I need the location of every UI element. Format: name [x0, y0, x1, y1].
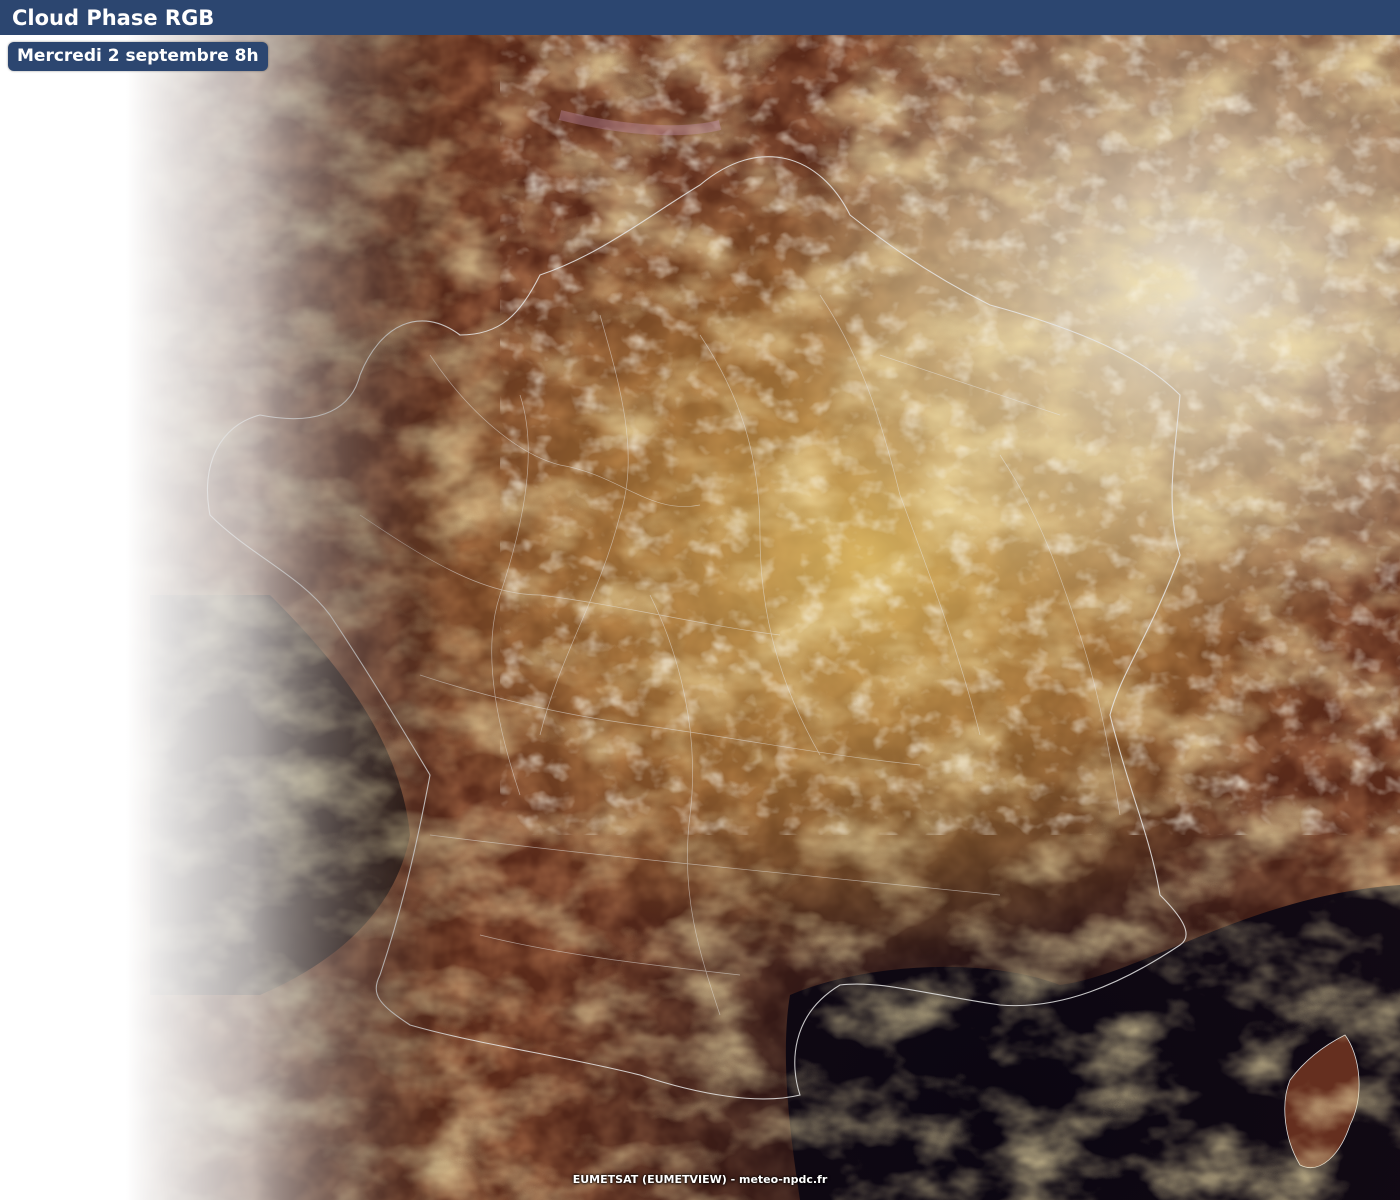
image-credit: EUMETSAT (EUMETVIEW) - meteo-npdc.fr: [572, 1173, 828, 1186]
date-badge: Mercredi 2 septembre 8h: [8, 42, 268, 71]
satellite-view: Cloud Phase RGB Mercredi 2 septembre 8h: [0, 0, 1400, 1200]
title-bar: Cloud Phase RGB: [0, 0, 1400, 35]
satellite-image: [0, 35, 1400, 1200]
page-title: Cloud Phase RGB: [12, 6, 215, 30]
